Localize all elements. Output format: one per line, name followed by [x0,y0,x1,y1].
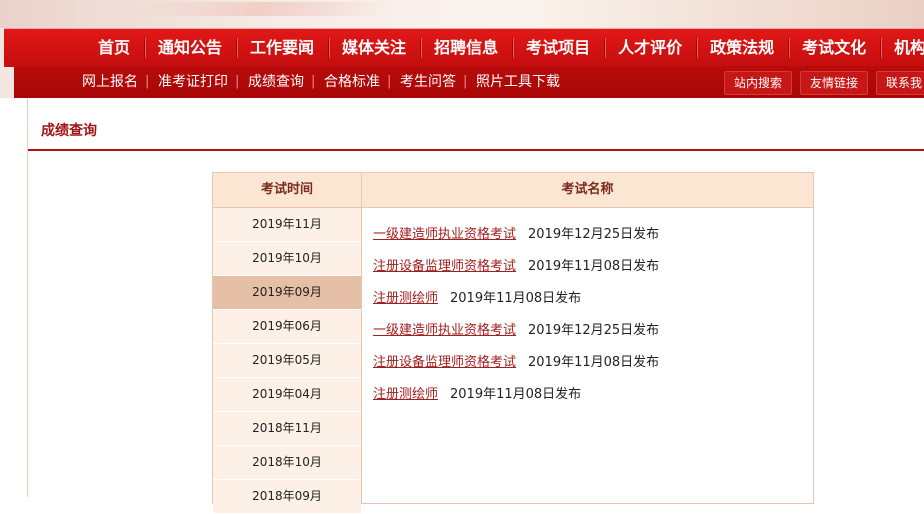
exam-link[interactable]: 注册测绘师 [373,387,438,402]
main-nav-home[interactable]: 首页 [84,29,144,67]
main-nav-media[interactable]: 媒体关注 [328,29,420,67]
exam-date-row[interactable]: 2019年05月 [213,344,361,378]
sub-nav-faq[interactable]: 考生问答 [387,66,466,98]
exam-list-item: 一级建造师执业资格考试 2019年12月25日发布 [373,319,659,351]
exam-link[interactable]: 注册测绘师 [373,291,438,306]
sub-nav-pass-standard[interactable]: 合格标准 [311,66,390,98]
exam-link[interactable]: 注册设备监理师资格考试 [373,355,516,370]
exam-list-item: 一级建造师执业资格考试 2019年12月25日发布 [373,223,659,255]
sub-nav-score-query[interactable]: 成绩查询 [235,66,314,98]
title-divider [28,149,924,151]
exam-list: 一级建造师执业资格考试 2019年12月25日发布 注册设备监理师资格考试 2019年… [373,223,659,415]
main-nav-talent-eval[interactable]: 人才评价 [604,29,696,67]
friend-links-button[interactable]: 友情链接 [800,71,869,95]
exam-date-row[interactable]: 2019年09月 [213,276,361,310]
banner-decoration [126,2,394,16]
main-nav-recruitment[interactable]: 招聘信息 [420,29,512,67]
exam-link[interactable]: 注册设备监理师资格考试 [373,259,516,274]
publish-date: 2019年11月08日发布 [450,387,582,402]
exam-date-list: 2019年11月 2019年10月 2019年09月 2019年06月 2019年05月… [213,208,361,514]
sub-nav-registration[interactable]: 网上报名 [72,66,148,98]
exam-list-item: 注册设备监理师资格考试 2019年11月08日发布 [373,255,659,287]
exam-date-row[interactable]: 2019年04月 [213,378,361,412]
contact-button[interactable]: 联系我 [876,71,924,95]
main-nav-about[interactable]: 机构介绍 [880,29,924,67]
exam-date-row[interactable]: 2019年11月 [213,208,361,242]
publish-date: 2019年12月25日发布 [528,227,660,242]
main-nav-culture[interactable]: 考试文化 [788,29,880,67]
main-nav: 首页 通知公告 工作要闻 媒体关注 招聘信息 考试项目 人才评价 政策法规 考试… [4,28,924,67]
publish-date: 2019年11月08日发布 [528,259,660,274]
main-nav-notices[interactable]: 通知公告 [144,29,236,67]
exam-list-item: 注册设备监理师资格考试 2019年11月08日发布 [373,351,659,383]
table-header: 考试时间 考试名称 [213,173,813,208]
column-divider [361,173,362,503]
exam-date-row[interactable]: 2018年10月 [213,446,361,480]
score-query-table: 考试时间 考试名称 2019年11月 2019年10月 2019年09月 2019年0… [212,172,814,514]
sub-nav: 网上报名 准考证打印 成绩查询 合格标准 考生问答 照片工具下载 站内搜索 友情… [14,66,924,98]
header-exam-time: 考试时间 [260,182,313,197]
page-title: 成绩查询 [41,123,97,139]
header-exam-name: 考试名称 [561,182,614,197]
exam-link[interactable]: 一级建造师执业资格考试 [373,323,516,338]
exam-date-row[interactable]: 2018年09月 [213,480,361,514]
sub-nav-admission-ticket[interactable]: 准考证打印 [145,66,238,98]
exam-link[interactable]: 一级建造师执业资格考试 [373,227,516,242]
publish-date: 2019年11月08日发布 [450,291,582,306]
sub-nav-photo-tool[interactable]: 照片工具下载 [463,66,570,98]
publish-date: 2019年12月25日发布 [528,323,660,338]
main-nav-exams[interactable]: 考试项目 [512,29,604,67]
top-banner [0,0,924,28]
exam-date-row[interactable]: 2018年11月 [213,412,361,446]
site-search-button[interactable]: 站内搜索 [724,71,793,95]
exam-date-row[interactable]: 2019年10月 [213,242,361,276]
main-nav-work-news[interactable]: 工作要闻 [236,29,328,67]
exam-list-item: 注册测绘师 2019年11月08日发布 [373,287,659,319]
main-nav-policy[interactable]: 政策法规 [696,29,788,67]
exam-date-row[interactable]: 2019年06月 [213,310,361,344]
exam-list-item: 注册测绘师 2019年11月08日发布 [373,383,659,415]
publish-date: 2019年11月08日发布 [528,355,660,370]
